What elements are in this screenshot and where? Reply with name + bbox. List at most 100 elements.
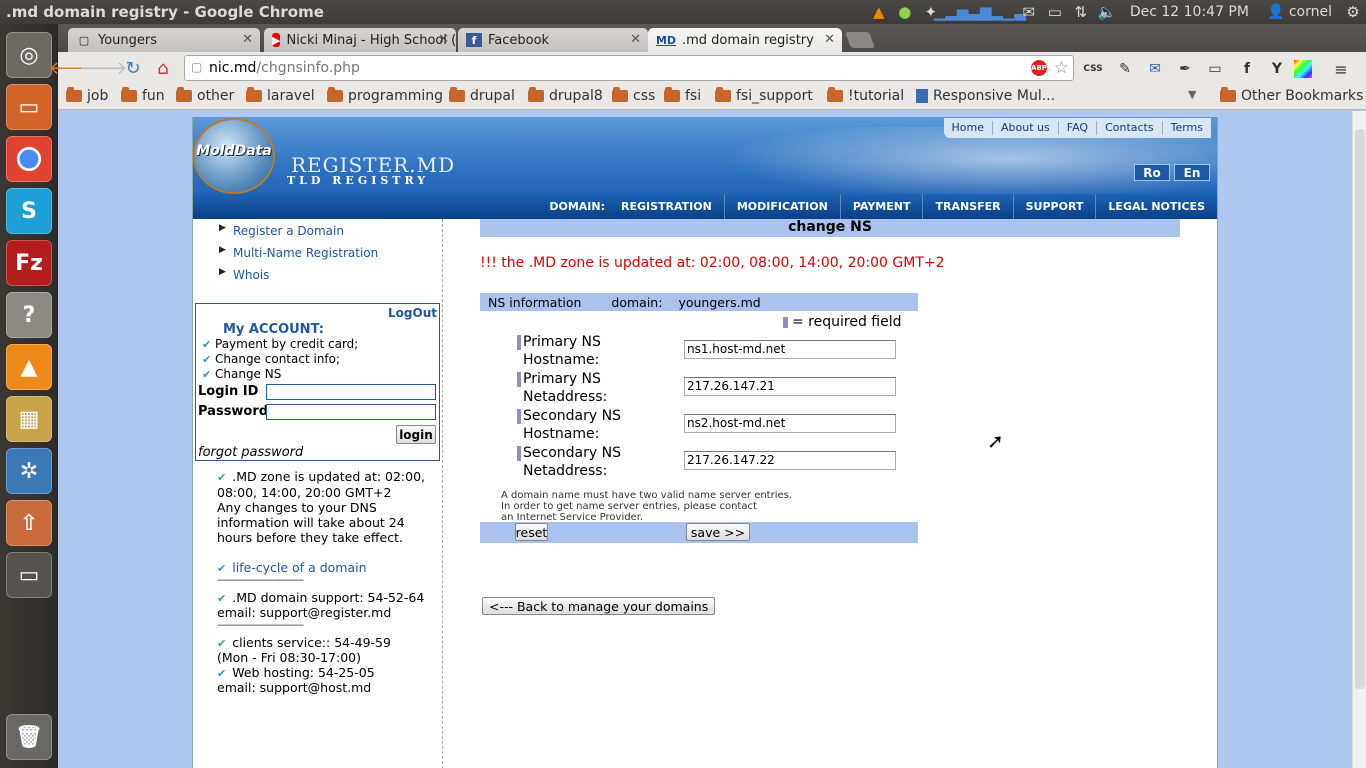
vlc-icon[interactable]: ▲: [6, 344, 52, 390]
back-to-domains-button[interactable]: <--- Back to manage your domains: [482, 597, 716, 615]
nav-transfer[interactable]: TRANSFER: [922, 194, 1012, 219]
update-manager-icon[interactable]: ⇧: [6, 500, 52, 546]
eyedropper-icon[interactable]: ✎: [1112, 56, 1138, 82]
dash-home-icon[interactable]: ◎: [6, 32, 52, 78]
bookmark-label: programming: [348, 88, 444, 104]
link-home[interactable]: Home: [944, 121, 992, 135]
home-icon[interactable]: ⌂: [148, 54, 178, 82]
bookmark-tutorial[interactable]: !tutorial: [827, 87, 904, 104]
login-id-input[interactable]: [266, 384, 436, 400]
mail-icon[interactable]: ✉: [1016, 0, 1042, 24]
logout-link[interactable]: LogOut: [388, 306, 437, 320]
user-menu[interactable]: 👤 cornel: [1259, 4, 1340, 20]
bookmark-laravel[interactable]: laravel: [246, 87, 315, 104]
css-ext-icon[interactable]: CSS: [1080, 56, 1106, 82]
bookmark-fsi-support[interactable]: fsi_support: [715, 87, 813, 104]
bookmark-other[interactable]: other: [176, 87, 234, 104]
menu-icon[interactable]: ≡: [1328, 56, 1354, 82]
chrome-icon[interactable]: [6, 136, 52, 182]
workspace-switcher-icon[interactable]: ▭: [6, 552, 52, 598]
whois-link[interactable]: Whois: [233, 268, 269, 282]
lifecycle-link[interactable]: life-cycle of a domain: [232, 560, 366, 575]
bookmarks-bar: job fun other laravel programming drupal…: [58, 84, 1366, 110]
chat-tray-icon[interactable]: ●: [892, 0, 918, 24]
pen-icon[interactable]: ✒: [1172, 56, 1198, 82]
vlc-tray-icon[interactable]: ▲: [866, 0, 892, 24]
multi-name-registration-link[interactable]: Multi-Name Registration: [233, 246, 378, 260]
new-tab-button[interactable]: [845, 32, 875, 48]
gear-icon[interactable]: ⚙: [1340, 0, 1366, 24]
bookmark-fun[interactable]: fun: [121, 87, 165, 104]
account-item-contact[interactable]: Change contact info;: [215, 352, 340, 366]
skype-icon[interactable]: S: [6, 188, 52, 234]
bookmark-drupal8[interactable]: drupal8: [528, 87, 603, 104]
link-terms[interactable]: Terms: [1161, 121, 1211, 135]
nav-support[interactable]: SUPPORT: [1012, 194, 1096, 219]
filezilla-icon[interactable]: Fz: [6, 240, 52, 286]
shotwell-icon[interactable]: ✲: [6, 448, 52, 494]
files-icon[interactable]: ▭: [6, 84, 52, 130]
star-icon[interactable]: ☆: [1054, 58, 1069, 78]
network-icon[interactable]: ⇅: [1068, 0, 1094, 24]
tab-youngers[interactable]: ▢ Youngers ✕: [68, 28, 260, 52]
folder-icon: [1220, 87, 1236, 102]
volume-icon[interactable]: 🔈: [1094, 0, 1120, 24]
close-icon[interactable]: ✕: [438, 32, 449, 47]
password-input[interactable]: [266, 404, 436, 420]
trash-icon[interactable]: 🗑: [6, 714, 52, 760]
battery-icon[interactable]: ▭: [1042, 0, 1068, 24]
login-button[interactable]: login: [396, 425, 436, 444]
image-viewer-icon[interactable]: ▦: [6, 396, 52, 442]
forward-icon[interactable]: 🡒: [79, 54, 127, 82]
link-contacts[interactable]: Contacts: [1096, 121, 1162, 135]
tab-youtube[interactable]: ▶ Nicki Minaj - High School ( ✕: [264, 28, 456, 52]
bookmark-css[interactable]: css: [612, 87, 655, 104]
facebook-ext-icon[interactable]: f: [1234, 56, 1260, 82]
bookmark-other-bookmarks[interactable]: Other Bookmarks: [1220, 87, 1363, 104]
account-item-payment[interactable]: Payment by credit card;: [215, 337, 358, 351]
adblock-icon[interactable]: ABP: [1031, 60, 1047, 76]
bookmark-responsive[interactable]: Responsive Mul...: [916, 88, 1055, 104]
primary-ns-netaddress-input[interactable]: 217.26.147.21: [684, 377, 896, 396]
system-monitor-icon[interactable]: ▁▂▅▃▆▂▁▃: [934, 0, 1026, 24]
bookmark-drupal[interactable]: drupal: [449, 87, 515, 104]
help-icon[interactable]: ?: [6, 292, 52, 338]
secondary-ns-netaddress-input[interactable]: 217.26.147.22: [684, 451, 896, 470]
lang-ro-button[interactable]: Ro: [1134, 164, 1170, 181]
forgot-password-link[interactable]: forgot password: [198, 445, 303, 460]
y-ext-icon[interactable]: Y: [1264, 56, 1290, 82]
lang-en-button[interactable]: En: [1174, 164, 1210, 181]
account-item-change-ns[interactable]: Change NS: [215, 367, 281, 381]
page-scrollbar[interactable]: [1352, 111, 1366, 768]
nav-modification[interactable]: MODIFICATION: [723, 194, 840, 219]
bookmark-job[interactable]: job: [66, 87, 108, 104]
nav-registration[interactable]: REGISTRATION: [617, 194, 724, 219]
bookmark-fsi[interactable]: fsi: [664, 87, 701, 104]
tab-md-registry[interactable]: MD .md domain registry ✕: [648, 28, 842, 52]
nav-payment[interactable]: PAYMENT: [839, 194, 923, 219]
mail-ext-icon[interactable]: ✉: [1142, 56, 1168, 82]
clock[interactable]: Dec 12 10:47 PM: [1120, 4, 1259, 20]
tab-label: .md domain registry: [682, 32, 814, 48]
check-icon: ✔: [217, 562, 227, 575]
tab-facebook[interactable]: f Facebook ✕: [458, 28, 648, 52]
close-icon[interactable]: ✕: [630, 32, 641, 47]
nav-legal-notices[interactable]: LEGAL NOTICES: [1095, 194, 1217, 219]
close-icon[interactable]: ✕: [824, 32, 835, 47]
top-panel: .md domain registry - Google Chrome ▲ ● …: [0, 0, 1366, 24]
address-bar[interactable]: ▢ nic.md/chgnsinfo.php ABP ☆: [184, 55, 1074, 81]
save-button[interactable]: save >>: [686, 523, 750, 541]
reload-icon[interactable]: ↻: [118, 54, 148, 82]
secondary-ns-hostname-input[interactable]: ns2.host-md.net: [684, 414, 896, 433]
ruler-icon[interactable]: ▭: [1202, 56, 1228, 82]
color-picker-icon[interactable]: [1294, 60, 1312, 78]
bookmarks-overflow-chevron[interactable]: ▼: [1188, 88, 1196, 101]
bookmark-programming[interactable]: programming: [327, 87, 444, 104]
close-icon[interactable]: ✕: [242, 32, 253, 47]
link-about[interactable]: About us: [992, 121, 1058, 135]
link-faq[interactable]: FAQ: [1057, 121, 1096, 135]
reset-button[interactable]: reset: [515, 523, 548, 541]
primary-ns-hostname-input[interactable]: ns1.host-md.net: [684, 340, 896, 359]
scrollbar-thumb[interactable]: [1355, 129, 1365, 689]
register-domain-link[interactable]: Register a Domain: [233, 224, 344, 238]
